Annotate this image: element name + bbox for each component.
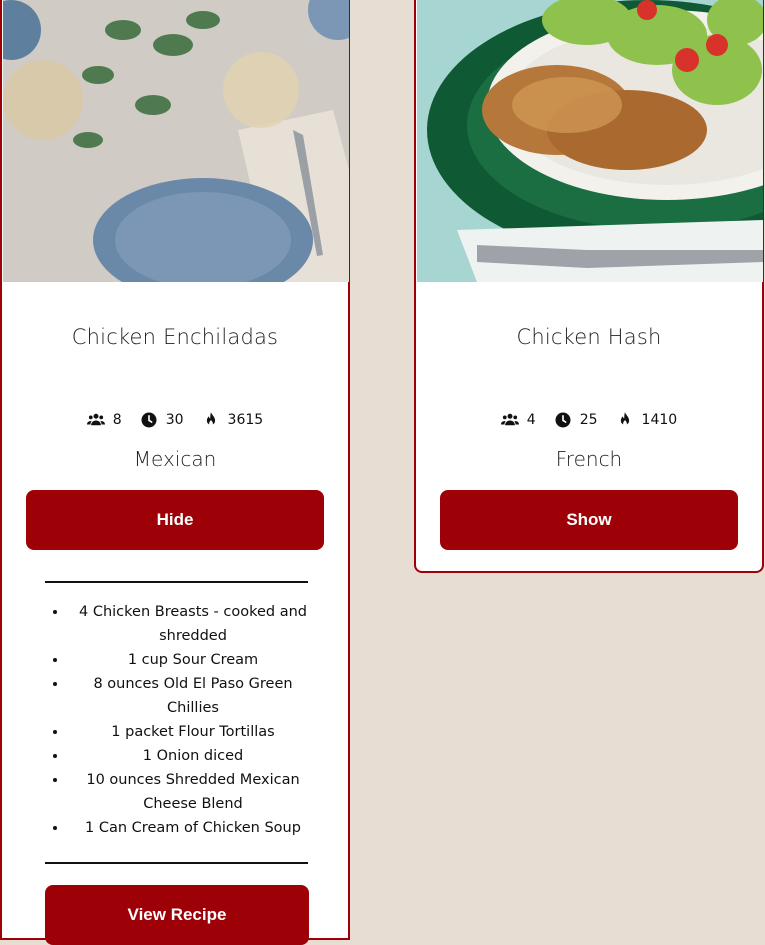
ingredients-list: 4 Chicken Breasts - cooked and shredded …	[48, 600, 318, 840]
people-icon	[500, 413, 519, 426]
recipe-cuisine: Mexican	[133, 447, 217, 471]
hide-ingredients-button[interactable]: Hide	[26, 490, 324, 550]
view-recipe-button[interactable]: View Recipe	[45, 885, 309, 945]
servings-stat: 8	[86, 411, 122, 429]
show-ingredients-button[interactable]: Show	[440, 490, 738, 550]
ingredient-item: 1 cup Sour Cream	[68, 648, 318, 672]
recipe-title: Chicken Enchiladas	[71, 325, 279, 349]
divider	[45, 581, 308, 583]
ingredient-item: 10 ounces Shredded Mexican Cheese Blend	[68, 768, 318, 816]
people-icon	[86, 413, 105, 426]
servings-stat: 4	[500, 411, 536, 429]
time-value: 30	[165, 412, 184, 428]
ingredient-item: 4 Chicken Breasts - cooked and shredded	[68, 600, 318, 648]
calories-value: 3615	[227, 412, 264, 428]
recipe-photo	[3, 0, 349, 282]
ingredient-item: 1 packet Flour Tortillas	[68, 720, 318, 744]
calories-stat: 3615	[202, 411, 264, 429]
recipe-title: Chicken Hash	[516, 325, 662, 349]
recipe-stats: 8 30 3615	[2, 411, 348, 429]
ingredient-item: 8 ounces Old El Paso Green Chillies	[68, 672, 318, 720]
recipe-card-chicken-hash: Chicken Hash 4 25 1410 French Show	[414, 0, 764, 573]
calories-value: 1410	[641, 412, 678, 428]
recipe-stats: 4 25 1410	[416, 411, 762, 429]
recipe-photo	[417, 0, 763, 282]
time-stat: 25	[554, 411, 598, 429]
clock-icon	[555, 412, 571, 428]
divider	[45, 862, 308, 864]
flame-icon	[620, 412, 629, 426]
servings-value: 8	[112, 412, 122, 428]
ingredient-item: 1 Onion diced	[68, 744, 318, 768]
recipe-cuisine: French	[555, 447, 623, 471]
calories-stat: 1410	[616, 411, 678, 429]
servings-value: 4	[526, 412, 536, 428]
flame-icon	[206, 412, 215, 426]
recipe-card-chicken-enchiladas: Chicken Enchiladas 8 30 3615 Mexican Hid…	[0, 0, 350, 945]
time-value: 25	[579, 412, 598, 428]
clock-icon	[141, 412, 157, 428]
time-stat: 30	[140, 411, 184, 429]
ingredient-item: 1 Can Cream of Chicken Soup	[68, 816, 318, 840]
